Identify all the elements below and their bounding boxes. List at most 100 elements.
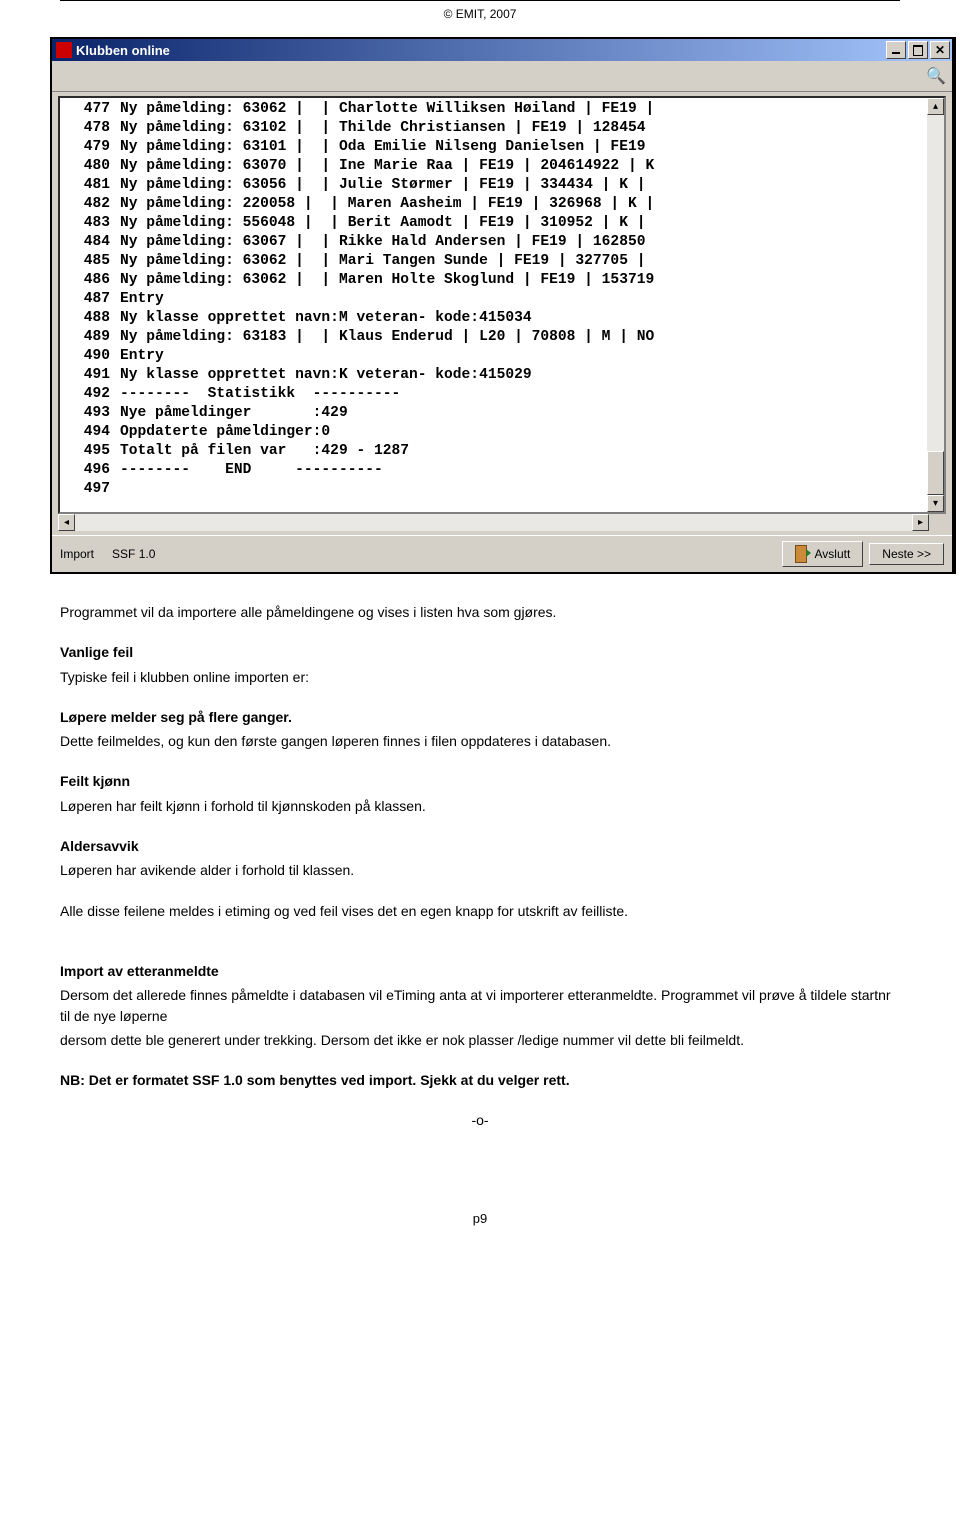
- maximize-button[interactable]: [908, 41, 928, 59]
- page-header: © EMIT, 2007: [60, 0, 900, 37]
- line-number: 490: [62, 347, 120, 366]
- paragraph: Dette feilmeldes, og kun den første gang…: [60, 731, 900, 751]
- heading-nb: NB: Det er formatet SSF 1.0 som benyttes…: [60, 1070, 900, 1090]
- log-line: 483Ny påmelding: 556048 | | Berit Aamodt…: [62, 214, 942, 233]
- log-line: 478Ny påmelding: 63102 | | Thilde Christ…: [62, 119, 942, 138]
- line-number: 485: [62, 252, 120, 271]
- exit-icon: [795, 545, 809, 563]
- log-line: 497: [62, 480, 942, 499]
- minimize-button[interactable]: [886, 41, 906, 59]
- log-line: 481Ny påmelding: 63056 | | Julie Størmer…: [62, 176, 942, 195]
- close-button[interactable]: ✕: [930, 41, 950, 59]
- log-line: 493Nye påmeldinger :429: [62, 404, 942, 423]
- line-text: Ny påmelding: 220058 | | Maren Aasheim |…: [120, 195, 654, 214]
- line-number: 478: [62, 119, 120, 138]
- end-marker: -o-: [60, 1110, 900, 1130]
- scroll-right-button[interactable]: ▸: [912, 514, 929, 531]
- line-number: 479: [62, 138, 120, 157]
- paragraph: Programmet vil da importere alle påmeldi…: [60, 602, 900, 622]
- log-line: 477Ny påmelding: 63062 | | Charlotte Wil…: [62, 100, 942, 119]
- scroll-track-h[interactable]: [75, 514, 912, 531]
- scroll-corner: [929, 514, 946, 531]
- scroll-left-button[interactable]: ◂: [58, 514, 75, 531]
- scroll-thumb[interactable]: [927, 451, 944, 495]
- document-body: Programmet vil da importere alle påmeldi…: [60, 602, 900, 1131]
- line-number: 482: [62, 195, 120, 214]
- log-line: 486Ny påmelding: 63062 | | Maren Holte S…: [62, 271, 942, 290]
- neste-button[interactable]: Neste >>: [869, 543, 944, 565]
- page-footer: p9: [60, 1211, 900, 1226]
- app-window: Klubben online ✕ 🔍 477Ny påmelding: 6306…: [50, 37, 956, 574]
- line-number: 492: [62, 385, 120, 404]
- line-text: Ny klasse opprettet navn:K veteran- kode…: [120, 366, 532, 385]
- line-number: 481: [62, 176, 120, 195]
- line-number: 486: [62, 271, 120, 290]
- heading-aldersavvik: Aldersavvik: [60, 836, 900, 856]
- scroll-up-button[interactable]: ▴: [927, 98, 944, 115]
- log-line: 494Oppdaterte påmeldinger:0: [62, 423, 942, 442]
- log-line: 485Ny påmelding: 63062 | | Mari Tangen S…: [62, 252, 942, 271]
- log-line: 482Ny påmelding: 220058 | | Maren Aashei…: [62, 195, 942, 214]
- statusbar: Import SSF 1.0 Avslutt Neste >>: [52, 535, 952, 572]
- paragraph: Løperen har avikende alder i forhold til…: [60, 860, 900, 880]
- vertical-scrollbar[interactable]: ▴ ▾: [927, 98, 944, 512]
- horizontal-scrollbar[interactable]: ◂ ▸: [58, 514, 946, 531]
- line-number: 477: [62, 100, 120, 119]
- neste-label: Neste >>: [882, 547, 931, 561]
- log-line: 480Ny påmelding: 63070 | | Ine Marie Raa…: [62, 157, 942, 176]
- log-line: 496-------- END ----------: [62, 461, 942, 480]
- line-number: 495: [62, 442, 120, 461]
- heading-import-etteranmeldte: Import av etteranmeldte: [60, 961, 900, 981]
- log-line: 479Ny påmelding: 63101 | | Oda Emilie Ni…: [62, 138, 942, 157]
- toolbar: 🔍: [52, 61, 952, 92]
- avslutt-button[interactable]: Avslutt: [782, 541, 864, 567]
- line-text: Ny påmelding: 63062 | | Mari Tangen Sund…: [120, 252, 645, 271]
- line-text: Ny påmelding: 63102 | | Thilde Christian…: [120, 119, 645, 138]
- log-line: 484Ny påmelding: 63067 | | Rikke Hald An…: [62, 233, 942, 252]
- line-number: 487: [62, 290, 120, 309]
- line-number: 483: [62, 214, 120, 233]
- heading-vanlige-feil: Vanlige feil: [60, 642, 900, 662]
- binoculars-icon[interactable]: 🔍: [926, 66, 946, 86]
- line-number: 497: [62, 480, 120, 499]
- line-number: 493: [62, 404, 120, 423]
- line-text: Ny påmelding: 63070 | | Ine Marie Raa | …: [120, 157, 654, 176]
- line-text: Ny påmelding: 63062 | | Maren Holte Skog…: [120, 271, 654, 290]
- line-text: Totalt på filen var :429 - 1287: [120, 442, 409, 461]
- heading-feilt-kjonn: Feilt kjønn: [60, 771, 900, 791]
- status-import-label: Import: [60, 547, 94, 561]
- paragraph: Dersom det allerede finnes påmeldte i da…: [60, 985, 900, 1026]
- line-text: -------- Statistikk ----------: [120, 385, 400, 404]
- line-text: Oppdaterte påmeldinger:0: [120, 423, 330, 442]
- line-number: 489: [62, 328, 120, 347]
- paragraph: Løperen har feilt kjønn i forhold til kj…: [60, 796, 900, 816]
- line-number: 494: [62, 423, 120, 442]
- log-line: 489Ny påmelding: 63183 | | Klaus Enderud…: [62, 328, 942, 347]
- line-text: Ny påmelding: 63067 | | Rikke Hald Ander…: [120, 233, 645, 252]
- scroll-down-button[interactable]: ▾: [927, 495, 944, 512]
- line-number: 488: [62, 309, 120, 328]
- log-line: 490Entry: [62, 347, 942, 366]
- scroll-track[interactable]: [927, 115, 944, 495]
- line-number: 480: [62, 157, 120, 176]
- paragraph: dersom dette ble generert under trekking…: [60, 1030, 900, 1050]
- status-ssf-label: SSF 1.0: [112, 547, 155, 561]
- log-line: 488Ny klasse opprettet navn:M veteran- k…: [62, 309, 942, 328]
- paragraph: Typiske feil i klubben online importen e…: [60, 667, 900, 687]
- titlebar: Klubben online ✕: [52, 39, 952, 61]
- line-text: Nye påmeldinger :429: [120, 404, 348, 423]
- line-text: Ny påmelding: 63183 | | Klaus Enderud | …: [120, 328, 654, 347]
- line-text: -------- END ----------: [120, 461, 383, 480]
- avslutt-label: Avslutt: [815, 547, 851, 561]
- line-text: Ny klasse opprettet navn:M veteran- kode…: [120, 309, 532, 328]
- log-line: 492-------- Statistikk ----------: [62, 385, 942, 404]
- line-text: Ny påmelding: 556048 | | Berit Aamodt | …: [120, 214, 645, 233]
- line-number: 496: [62, 461, 120, 480]
- app-icon: [56, 42, 72, 58]
- line-text: Entry: [120, 347, 164, 366]
- line-text: Ny påmelding: 63101 | | Oda Emilie Nilse…: [120, 138, 645, 157]
- line-number: 484: [62, 233, 120, 252]
- log-line: 491Ny klasse opprettet navn:K veteran- k…: [62, 366, 942, 385]
- line-text: Entry: [120, 290, 164, 309]
- line-number: 491: [62, 366, 120, 385]
